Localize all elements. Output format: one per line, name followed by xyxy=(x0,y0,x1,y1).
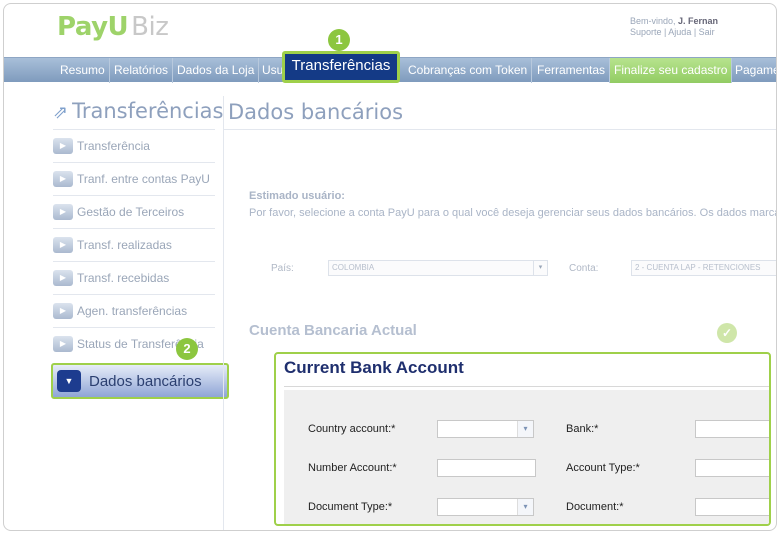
account-label: Conta: xyxy=(569,263,599,274)
section-title: Cuenta Bancaria Actual xyxy=(249,322,417,339)
nav-ferramentas[interactable]: Ferramentas xyxy=(533,58,611,83)
nav-relatorios[interactable]: Relatórios xyxy=(110,58,174,83)
account-type-field[interactable] xyxy=(695,459,769,477)
step-badge-2: 2 xyxy=(176,338,198,360)
sidebar-item-transf-realizadas[interactable]: ▶ Transf. realizadas xyxy=(53,228,215,261)
nav-dados-da-loja[interactable]: Dados da Loja xyxy=(173,58,260,83)
account-select[interactable]: 2 - CUENTA LAP - RETENCIONES xyxy=(631,260,776,276)
chevron-down-icon: ▾ xyxy=(533,261,547,275)
chevron-down-icon: ▼ xyxy=(57,370,81,392)
nav-pagamentos[interactable]: Pagame xyxy=(731,58,776,83)
header-links[interactable]: Suporte | Ajuda | Sair xyxy=(630,27,718,38)
payu-biz-logo: PayU Biz xyxy=(57,12,169,42)
nav-resumo[interactable]: Resumo xyxy=(56,58,110,83)
country-label: País: xyxy=(271,263,294,274)
welcome-area: Bem-vindo, J. Fernan Suporte | Ajuda | S… xyxy=(630,16,718,38)
chevron-down-icon: ▾ xyxy=(517,421,533,437)
play-icon: ▶ xyxy=(53,237,73,253)
instruction-text: Por favor, selecione a conta PayU para o… xyxy=(249,207,777,219)
step-badge-1: 1 xyxy=(328,29,350,51)
number-account-label: Number Account:* xyxy=(308,462,397,474)
document-type-select[interactable]: ▾ xyxy=(437,498,534,516)
account-type-label: Account Type:* xyxy=(566,462,640,474)
welcome-label: Bem-vindo, xyxy=(629,16,676,26)
play-icon: ▶ xyxy=(53,336,73,352)
document-type-label: Document Type:* xyxy=(308,501,393,513)
country-select[interactable]: COLOMBIA ▾ xyxy=(328,260,548,276)
window-frame: PayU Biz Bem-vindo, J. Fernan Suporte | A… xyxy=(3,3,777,531)
current-bank-account-panel: Current Bank Account Country account:* ▾… xyxy=(274,352,771,526)
nav-transferencias-active[interactable]: Transferências xyxy=(282,51,400,83)
bank-field[interactable] xyxy=(695,420,769,438)
sidebar-item-agen-transferencias[interactable]: ▶ Agen. transferências xyxy=(53,294,215,327)
number-account-field[interactable] xyxy=(437,459,536,477)
sidebar-item-transf-entre-contas[interactable]: ▶ Tranf. entre contas PayU xyxy=(53,162,215,195)
nav-cobrancas-com-token[interactable]: Cobranças com Token xyxy=(404,58,533,83)
page-title: Dados bancários xyxy=(228,100,404,124)
panel-title: Current Bank Account xyxy=(284,358,464,377)
bank-account-form: Country account:* ▾ Bank:* Number Accoun… xyxy=(284,390,769,524)
divider xyxy=(223,96,224,530)
sidebar-item-dados-bancarios[interactable]: ▼ Dados bancários xyxy=(51,363,229,399)
play-icon: ▶ xyxy=(53,204,73,220)
transfer-icon: ⇗ xyxy=(53,102,69,123)
check-icon: ✓ xyxy=(717,323,737,343)
chevron-down-icon: ▾ xyxy=(517,499,533,515)
country-account-select[interactable]: ▾ xyxy=(437,420,534,438)
user-name: J. Fernan xyxy=(677,16,718,26)
play-icon: ▶ xyxy=(53,171,73,187)
play-icon: ▶ xyxy=(53,270,73,286)
greeting-text: Estimado usuário: xyxy=(249,190,345,202)
divider xyxy=(224,129,776,130)
sidebar-item-gestao-terceiros[interactable]: ▶ Gestão de Terceiros xyxy=(53,195,215,228)
sidebar-item-transf-recebidas[interactable]: ▶ Transf. recebidas xyxy=(53,261,215,294)
sidebar-item-transferencia[interactable]: ▶ Transferência xyxy=(53,129,215,162)
bank-label: Bank:* xyxy=(566,423,599,435)
document-label: Document:* xyxy=(566,501,624,513)
document-field[interactable] xyxy=(695,498,769,516)
country-account-label: Country account:* xyxy=(308,423,396,435)
sidebar-list: ▶ Transferência ▶ Tranf. entre contas PayU… xyxy=(53,129,215,360)
sidebar-title: ⇗ Transferências xyxy=(53,99,224,123)
nav-finalize-cadastro[interactable]: Finalize seu cadastro xyxy=(610,58,733,83)
play-icon: ▶ xyxy=(53,138,73,154)
divider xyxy=(284,386,769,387)
play-icon: ▶ xyxy=(53,303,73,319)
